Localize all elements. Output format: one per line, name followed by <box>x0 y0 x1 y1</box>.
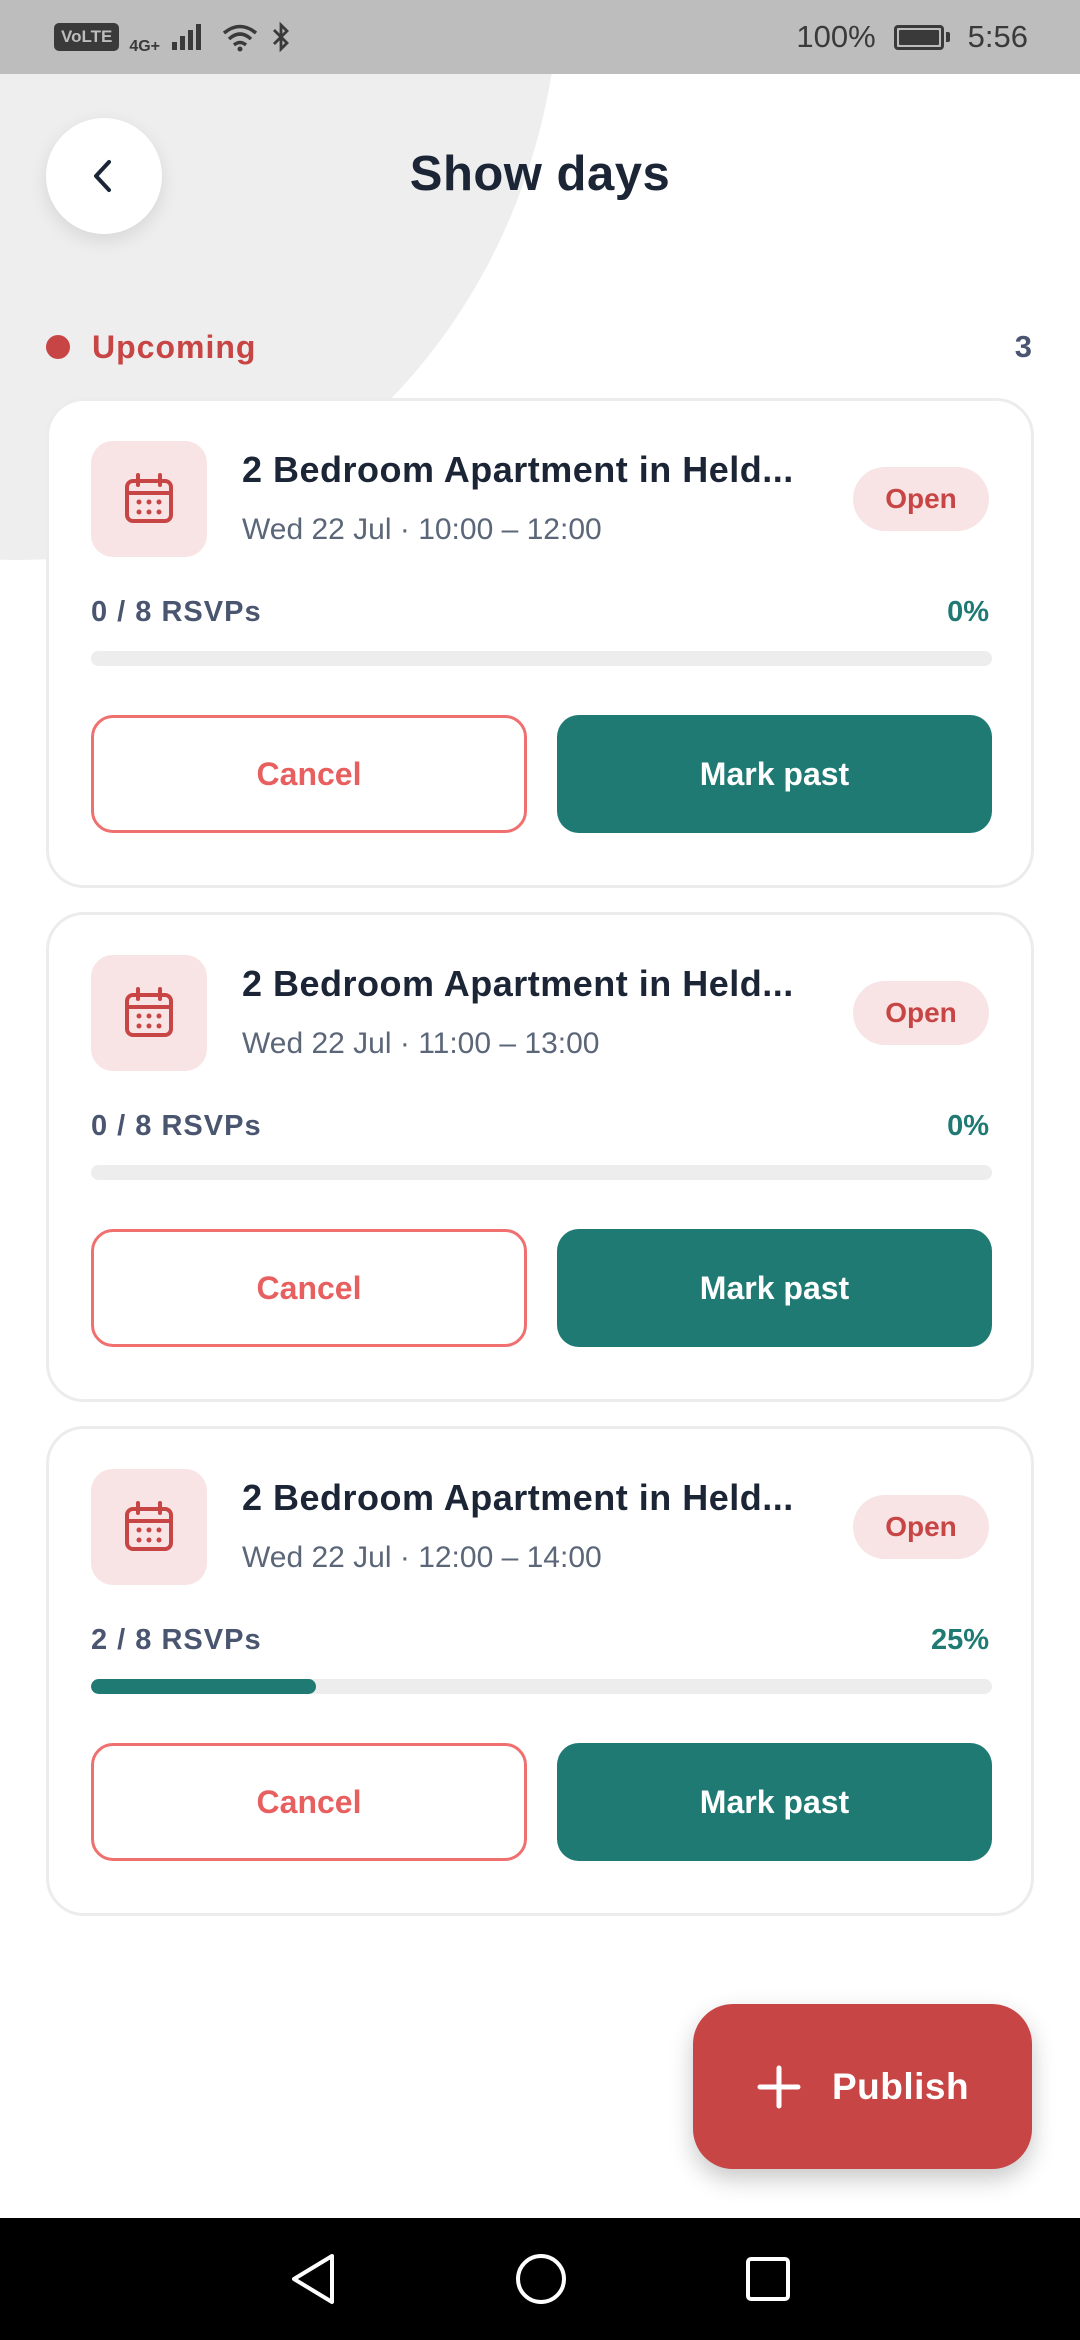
rsvp-percent: 0% <box>947 1110 989 1142</box>
mark-past-button[interactable]: Mark past <box>557 715 992 833</box>
back-triangle-icon[interactable] <box>288 2252 338 2306</box>
status-badge: Open <box>853 981 989 1045</box>
calendar-icon <box>125 1501 173 1551</box>
cancel-button[interactable]: Cancel <box>91 715 527 833</box>
rsvp-percent: 0% <box>947 596 989 628</box>
status-dot <box>46 335 70 359</box>
volte-indicator: VoLTE <box>54 23 120 51</box>
rsvp-percent: 25% <box>930 1624 989 1656</box>
section-header-upcoming: Upcoming 3 <box>46 322 1034 372</box>
section-count: 3 <box>1014 329 1032 364</box>
listing-title: 2 Bedroom Apartment in Held... <box>242 1477 794 1518</box>
home-circle-icon[interactable] <box>514 2252 568 2306</box>
mark-past-button[interactable]: Mark past <box>557 1743 992 1861</box>
wifi-icon <box>222 24 258 52</box>
recents-square-icon[interactable] <box>744 2255 792 2303</box>
show-day-card[interactable]: 2 Bedroom Apartment in Held... Wed 22 Ju… <box>46 912 1034 1402</box>
plus-icon <box>757 2065 801 2108</box>
show-time: Wed 22 Jul · 11:00 – 13:00 <box>242 1027 600 1060</box>
mark-past-button[interactable]: Mark past <box>557 1229 992 1347</box>
show-time: Wed 22 Jul · 12:00 – 14:00 <box>242 1541 602 1574</box>
rsvp-count: 0 / 8 RSVPs <box>91 596 262 628</box>
section-title-group: Upcoming <box>46 329 256 366</box>
page-title: Show days <box>409 147 671 201</box>
battery-icon <box>893 24 950 50</box>
rsvp-progress-bar <box>91 651 992 666</box>
battery-percent: 100% <box>796 19 876 54</box>
publish-label: Publish <box>831 2065 970 2107</box>
section-label: Upcoming <box>92 328 257 365</box>
show-day-card[interactable]: 2 Bedroom Apartment in Held... Wed 22 Ju… <box>46 398 1034 888</box>
cancel-button[interactable]: Cancel <box>91 1229 527 1347</box>
status-left: VoLTE 4G+ <box>54 18 292 56</box>
bluetooth-icon <box>273 21 289 53</box>
network-type: 4G+ <box>129 38 160 55</box>
rsvp-count: 2 / 8 RSVPs <box>91 1624 262 1656</box>
show-day-card[interactable]: 2 Bedroom Apartment in Held... Wed 22 Ju… <box>46 1426 1034 1916</box>
signal-icon <box>172 24 201 50</box>
calendar-icon-box <box>91 441 207 557</box>
rsvp-progress-fill <box>91 1679 317 1694</box>
calendar-icon-box <box>91 1469 207 1585</box>
status-bar: VoLTE 4G+ 100% 5:56 <box>0 0 1080 74</box>
status-right: 100% 5:56 <box>796 19 1028 55</box>
screen: VoLTE 4G+ 100% 5:56 Show days Upcoming 3… <box>0 0 1080 2340</box>
calendar-icon <box>125 473 173 523</box>
show-time: Wed 22 Jul · 10:00 – 12:00 <box>242 513 602 546</box>
rsvp-progress-bar <box>91 1679 992 1694</box>
rsvp-progress-bar <box>91 1165 992 1180</box>
rsvp-count: 0 / 8 RSVPs <box>91 1110 262 1142</box>
cancel-button[interactable]: Cancel <box>91 1743 527 1861</box>
listing-title: 2 Bedroom Apartment in Held... <box>242 963 794 1004</box>
status-time: 5:56 <box>967 19 1028 54</box>
publish-button[interactable]: Publish <box>693 2004 1032 2169</box>
status-badge: Open <box>853 467 989 531</box>
listing-title: 2 Bedroom Apartment in Held... <box>242 449 794 490</box>
system-nav-bar <box>0 2218 1080 2340</box>
calendar-icon-box <box>91 955 207 1071</box>
status-badge: Open <box>853 1495 989 1559</box>
calendar-icon <box>125 987 173 1037</box>
